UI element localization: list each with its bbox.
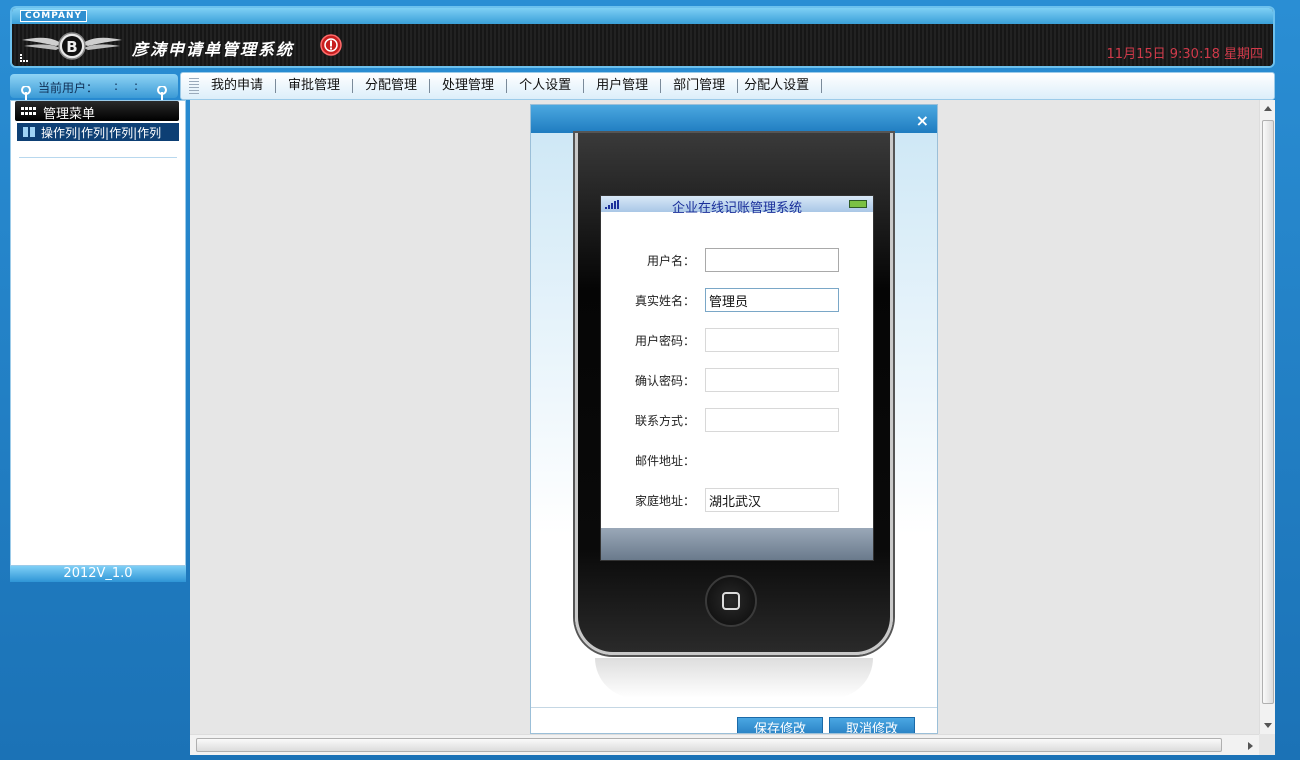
contact-label: 联系方式： bbox=[634, 414, 695, 428]
nav-item-assignment[interactable]: 分配管理 bbox=[353, 79, 431, 93]
nav-row: 当前用户： : : 我的申请 审批管理 分配管理 处理管理 个人设置 用户管理 … bbox=[10, 72, 1275, 100]
app-frame: COMPANY B 彦涛申请单管理系统 11月15日 9:30:18 星期四 当… bbox=[0, 0, 1300, 760]
scroll-right-icon[interactable] bbox=[1248, 742, 1253, 750]
phone-screen-title: 企业在线记账管理系统 bbox=[671, 201, 802, 216]
separator-dots-2: : bbox=[134, 79, 139, 93]
address-input[interactable] bbox=[705, 488, 839, 512]
form-row-username: 用户名： bbox=[601, 248, 873, 272]
realname-label: 真实姓名： bbox=[634, 294, 695, 308]
datetime-display: 11月15日 9:30:18 星期四 bbox=[1106, 47, 1263, 62]
sidebar-item-operations[interactable]: 操作列|作列|作列|作列 bbox=[17, 123, 179, 141]
home-square-icon bbox=[722, 592, 740, 610]
form-row-password: 用户密码： bbox=[601, 328, 873, 352]
nav-item-approval[interactable]: 审批管理 bbox=[276, 79, 354, 93]
password-label: 用户密码： bbox=[634, 334, 695, 348]
book-icon bbox=[23, 127, 35, 137]
username-input[interactable] bbox=[705, 248, 839, 272]
email-label: 邮件地址： bbox=[634, 454, 695, 468]
nav-item-user-management[interactable]: 用户管理 bbox=[584, 79, 662, 93]
scroll-up-icon[interactable] bbox=[1264, 106, 1272, 111]
scroll-down-icon[interactable] bbox=[1264, 723, 1272, 728]
grid-icon bbox=[21, 107, 36, 115]
app-title: 彦涛申请单管理系统 bbox=[132, 40, 295, 59]
dialog-body: 企业在线记账管理系统 用户名： 真实姓名： 用户密码： bbox=[531, 133, 937, 707]
dots-grid-icon bbox=[20, 54, 28, 62]
realname-input[interactable] bbox=[705, 288, 839, 312]
form-row-contact: 联系方式： bbox=[601, 408, 873, 432]
sidebar-item-label: 操作列|作列|作列|作列 bbox=[41, 126, 162, 140]
nav-item-my-requests[interactable]: 我的申请 bbox=[211, 79, 277, 93]
content-area: × 企业在线记账管理系统 用户名： 真实姓名： 管理员 用户密码： 确认密码： … bbox=[190, 100, 1275, 755]
close-icon[interactable]: × bbox=[916, 111, 929, 130]
alert-icon[interactable] bbox=[320, 34, 342, 56]
nav-item-personal-settings[interactable]: 个人设置 bbox=[507, 79, 585, 93]
horizontal-scrollbar[interactable] bbox=[190, 734, 1259, 755]
confirm-password-input[interactable] bbox=[705, 368, 839, 392]
bentley-logo-icon: B bbox=[22, 32, 122, 60]
sidebar-menu-header[interactable]: 管理菜单 bbox=[15, 101, 179, 122]
phone-status-bar: 企业在线记账管理系统 bbox=[601, 196, 873, 216]
logo-letter: B bbox=[66, 38, 77, 56]
pin-icon bbox=[157, 86, 167, 100]
confirm-password-label: 确认密码： bbox=[634, 374, 695, 388]
form-row-confirm-password: 确认密码： bbox=[601, 368, 873, 392]
current-user-label: 当前用户： bbox=[38, 81, 99, 95]
phone-screen: 企业在线记账管理系统 用户名： 真实姓名： 用户密码： bbox=[600, 195, 874, 561]
form-row-email: 邮件地址： bbox=[601, 448, 873, 472]
battery-icon bbox=[849, 200, 867, 208]
current-user-box: 当前用户： : : bbox=[10, 74, 178, 100]
nav-item-processing[interactable]: 处理管理 bbox=[430, 79, 508, 93]
company-badge: COMPANY bbox=[20, 10, 87, 22]
version-label: 2012V_1.0 bbox=[10, 566, 186, 582]
form-row-realname: 真实姓名： bbox=[601, 288, 873, 312]
form-row-address: 家庭地址： bbox=[601, 488, 873, 512]
nav-grip-icon bbox=[189, 78, 199, 94]
contact-input[interactable] bbox=[705, 408, 839, 432]
sidebar-menu-header-label: 管理菜单 bbox=[43, 107, 96, 122]
pin-icon bbox=[21, 86, 31, 100]
username-label: 用户名： bbox=[646, 254, 695, 268]
vertical-scroll-thumb[interactable] bbox=[1262, 120, 1274, 704]
dialog-titlebar[interactable]: × bbox=[531, 105, 937, 133]
main-navbar: 我的申请 审批管理 分配管理 处理管理 个人设置 用户管理 部门管理 分配人设置 bbox=[180, 72, 1275, 100]
app-header: COMPANY B 彦涛申请单管理系统 11月15日 9:30:18 星期四 bbox=[10, 6, 1275, 68]
separator-dots: : bbox=[114, 79, 119, 93]
phone-reflection bbox=[595, 658, 873, 698]
address-label: 家庭地址： bbox=[634, 494, 695, 508]
cancel-button[interactable]: 取消修改 bbox=[829, 717, 915, 733]
password-input[interactable] bbox=[705, 328, 839, 352]
phone-screen-footer bbox=[601, 528, 873, 560]
header-top-strip bbox=[12, 8, 1273, 24]
horizontal-scroll-thumb[interactable] bbox=[196, 738, 1222, 752]
sidebar-divider bbox=[19, 157, 177, 158]
save-button[interactable]: 保存修改 bbox=[737, 717, 823, 733]
sidebar: 管理菜单 操作列|作列|作列|作列 bbox=[10, 100, 186, 566]
phone-home-button bbox=[705, 575, 757, 627]
vertical-scrollbar[interactable] bbox=[1259, 100, 1275, 734]
phone-frame: 企业在线记账管理系统 用户名： 真实姓名： 用户密码： bbox=[575, 133, 893, 655]
header-main: B 彦涛申请单管理系统 11月15日 9:30:18 星期四 bbox=[12, 24, 1273, 66]
nav-item-department-management[interactable]: 部门管理 bbox=[661, 79, 739, 93]
dialog-divider bbox=[531, 707, 937, 708]
nav-item-assignee-settings[interactable]: 分配人设置 bbox=[738, 79, 823, 93]
edit-user-dialog: × 企业在线记账管理系统 用户名： 真实姓名： 管理员 用户密码： 确认密码： … bbox=[530, 104, 938, 734]
